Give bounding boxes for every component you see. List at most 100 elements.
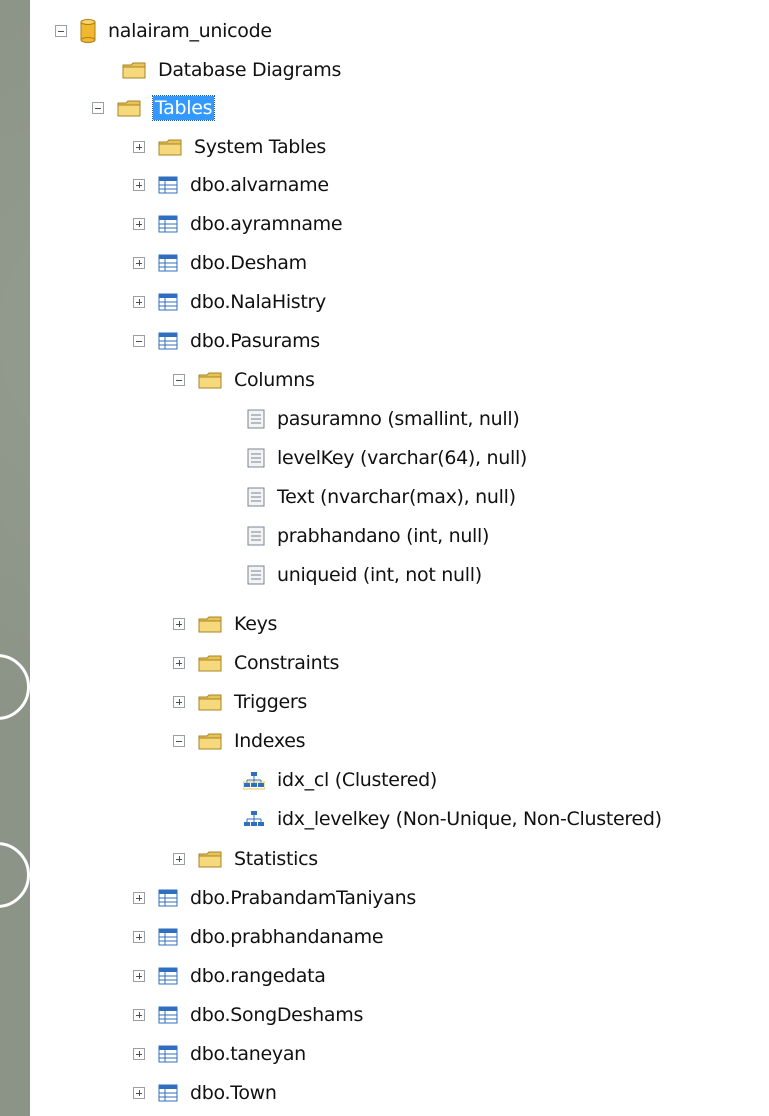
- expand-icon[interactable]: [133, 1009, 145, 1021]
- tree-node-table[interactable]: dbo.taneyan: [133, 1035, 306, 1073]
- tree-node-columns[interactable]: Columns: [173, 361, 315, 399]
- keys-label: Keys: [234, 613, 278, 635]
- collapse-icon[interactable]: [173, 374, 185, 386]
- folder-icon: [198, 851, 222, 868]
- tree-node-system-tables[interactable]: System Tables: [133, 128, 326, 166]
- table-grid-icon: [158, 176, 178, 194]
- tree-node-column[interactable]: prabhandano (int, null): [247, 517, 489, 555]
- index-label: idx_levelkey (Non-Unique, Non-Clustered): [277, 808, 662, 830]
- column-icon: [247, 448, 265, 468]
- tree-node-table[interactable]: dbo.rangedata: [133, 957, 326, 995]
- tree-node-indexes[interactable]: Indexes: [173, 722, 306, 760]
- database-diagrams-label: Database Diagrams: [158, 59, 342, 81]
- tree-node-column[interactable]: levelKey (varchar(64), null): [247, 439, 527, 477]
- index-label: idx_cl (Clustered): [277, 769, 438, 791]
- tree-node-table[interactable]: dbo.SongDeshams: [133, 996, 363, 1034]
- table-label: dbo.Town: [190, 1082, 277, 1104]
- tree-node-triggers[interactable]: Triggers: [173, 683, 307, 721]
- collapse-icon[interactable]: [133, 335, 145, 347]
- table-label: dbo.SongDeshams: [190, 1004, 364, 1026]
- expand-icon[interactable]: [133, 141, 145, 153]
- triggers-label: Triggers: [234, 691, 308, 713]
- table-label: dbo.alvarname: [190, 174, 329, 196]
- table-grid-icon: [158, 928, 178, 946]
- tree-node-table[interactable]: dbo.Town: [133, 1074, 277, 1112]
- expand-icon[interactable]: [133, 1087, 145, 1099]
- statistics-label: Statistics: [234, 848, 318, 870]
- table-grid-icon: [158, 1045, 178, 1063]
- expand-icon[interactable]: [173, 696, 185, 708]
- tree-node-database[interactable]: nalairam_unicode: [55, 12, 272, 50]
- folder-icon: [198, 616, 222, 633]
- table-label: dbo.PrabandamTaniyans: [190, 887, 416, 909]
- column-label: pasuramno (smallint, null): [277, 408, 520, 430]
- expand-icon[interactable]: [133, 257, 145, 269]
- table-label: dbo.Desham: [190, 252, 307, 274]
- table-grid-icon: [158, 254, 178, 272]
- tree-node-table[interactable]: dbo.NalaHistry: [133, 283, 326, 321]
- expand-icon[interactable]: [133, 1048, 145, 1060]
- database-label: nalairam_unicode: [108, 20, 272, 42]
- tree-node-table[interactable]: dbo.Desham: [133, 244, 307, 282]
- column-label: levelKey (varchar(64), null): [277, 447, 528, 469]
- system-tables-label: System Tables: [194, 136, 327, 158]
- expand-icon[interactable]: [133, 218, 145, 230]
- column-label: uniqueid (int, not null): [277, 564, 482, 586]
- tree-node-keys[interactable]: Keys: [173, 605, 277, 643]
- tree-node-column[interactable]: Text (nvarchar(max), null): [247, 478, 516, 516]
- expand-icon[interactable]: [133, 179, 145, 191]
- collapse-icon[interactable]: [173, 735, 185, 747]
- table-label: dbo.prabhandaname: [190, 926, 384, 948]
- table-label: dbo.rangedata: [190, 965, 326, 987]
- tree-node-table[interactable]: dbo.alvarname: [133, 166, 329, 204]
- table-label: dbo.taneyan: [190, 1043, 306, 1065]
- table-label: dbo.Pasurams: [190, 330, 320, 352]
- table-grid-icon: [158, 215, 178, 233]
- object-explorer-tree: nalairam_unicode Database Diagrams Table…: [30, 0, 769, 1116]
- tree-node-statistics[interactable]: Statistics: [173, 840, 318, 878]
- column-label: prabhandano (int, null): [277, 525, 490, 547]
- folder-icon: [122, 62, 146, 79]
- tree-node-table[interactable]: dbo.prabhandaname: [133, 918, 384, 956]
- tree-node-tables[interactable]: Tables: [92, 89, 216, 127]
- table-grid-icon: [158, 1084, 178, 1102]
- tree-node-table-pasurams[interactable]: dbo.Pasurams: [133, 322, 320, 360]
- expand-icon[interactable]: [173, 657, 185, 669]
- column-icon: [247, 565, 265, 585]
- expand-icon[interactable]: [173, 618, 185, 630]
- folder-icon: [198, 655, 222, 672]
- tree-node-table[interactable]: dbo.PrabandamTaniyans: [133, 879, 416, 917]
- expand-icon[interactable]: [133, 892, 145, 904]
- folder-icon: [198, 733, 222, 750]
- tree-node-database-diagrams[interactable]: Database Diagrams: [122, 51, 341, 89]
- index-tree-icon: [243, 772, 265, 790]
- folder-icon: [117, 100, 141, 117]
- expand-icon[interactable]: [133, 296, 145, 308]
- expand-icon[interactable]: [173, 853, 185, 865]
- collapse-icon[interactable]: [92, 102, 104, 114]
- column-icon: [247, 487, 265, 507]
- table-grid-icon: [158, 332, 178, 350]
- expand-icon[interactable]: [133, 931, 145, 943]
- background-ring-decoration: [0, 842, 30, 908]
- indexes-label: Indexes: [234, 730, 306, 752]
- column-icon: [247, 526, 265, 546]
- background-ring-decoration: [0, 654, 30, 720]
- tree-node-table[interactable]: dbo.ayramname: [133, 205, 343, 243]
- tree-node-index[interactable]: idx_cl (Clustered): [243, 761, 437, 799]
- index-tree-icon: [244, 811, 264, 826]
- constraints-label: Constraints: [234, 652, 340, 674]
- collapse-icon[interactable]: [55, 25, 67, 37]
- database-cylinder-icon: [80, 19, 96, 43]
- table-grid-icon: [158, 967, 178, 985]
- folder-icon: [158, 139, 182, 156]
- expand-icon[interactable]: [133, 970, 145, 982]
- column-label: Text (nvarchar(max), null): [277, 486, 516, 508]
- tree-node-index[interactable]: idx_levelkey (Non-Unique, Non-Clustered): [243, 800, 662, 838]
- tree-node-constraints[interactable]: Constraints: [173, 644, 339, 682]
- table-grid-icon: [158, 1006, 178, 1024]
- tree-node-column[interactable]: uniqueid (int, not null): [247, 556, 482, 594]
- column-icon: [247, 409, 265, 429]
- tree-node-column[interactable]: pasuramno (smallint, null): [247, 400, 520, 438]
- table-grid-icon: [158, 293, 178, 311]
